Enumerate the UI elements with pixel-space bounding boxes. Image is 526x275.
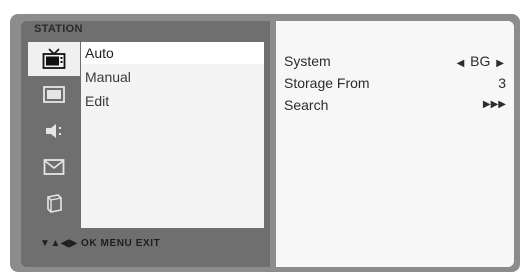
setting-label: System bbox=[284, 53, 331, 69]
right-arrow-icon[interactable]: ▶ bbox=[496, 54, 504, 74]
lock-icon bbox=[47, 194, 62, 213]
setting-row-search[interactable]: Search ▶▶▶ bbox=[284, 95, 506, 115]
setting-label: Storage From bbox=[284, 75, 370, 91]
menu-item-list: Auto Manual Edit bbox=[81, 42, 264, 228]
menu-tab-picture[interactable] bbox=[28, 78, 80, 112]
menu-icon-column bbox=[28, 42, 80, 228]
search-arrows-icon: ▶▶▶ bbox=[482, 99, 506, 110]
menu-tab-sound[interactable] bbox=[28, 114, 80, 148]
tv-icon bbox=[42, 48, 66, 69]
menu-title: STATION bbox=[34, 23, 83, 35]
setting-value: ◀ BG ▶ bbox=[455, 51, 506, 74]
mail-icon bbox=[43, 159, 65, 175]
setting-value: 3 bbox=[498, 75, 506, 91]
menu-tab-station[interactable] bbox=[28, 42, 80, 76]
sound-icon bbox=[46, 124, 61, 138]
screen-icon bbox=[43, 86, 65, 103]
menu-tab-special[interactable] bbox=[28, 150, 80, 184]
system-value: BG bbox=[470, 53, 491, 69]
left-arrow-icon[interactable]: ◀ bbox=[457, 54, 465, 74]
setting-row-storage-from[interactable]: Storage From 3 bbox=[284, 73, 506, 93]
setting-row-system[interactable]: System ◀ BG ▶ bbox=[284, 51, 506, 71]
menu-item-edit[interactable]: Edit bbox=[81, 90, 264, 112]
menu-tab-lock[interactable] bbox=[28, 186, 80, 220]
menu-item-manual[interactable]: Manual bbox=[81, 66, 264, 88]
setting-label: Search bbox=[284, 97, 329, 113]
menu-item-auto[interactable]: Auto bbox=[81, 42, 264, 64]
nav-legend: ▼▲◀▶ OK MENU EXIT bbox=[40, 238, 161, 249]
